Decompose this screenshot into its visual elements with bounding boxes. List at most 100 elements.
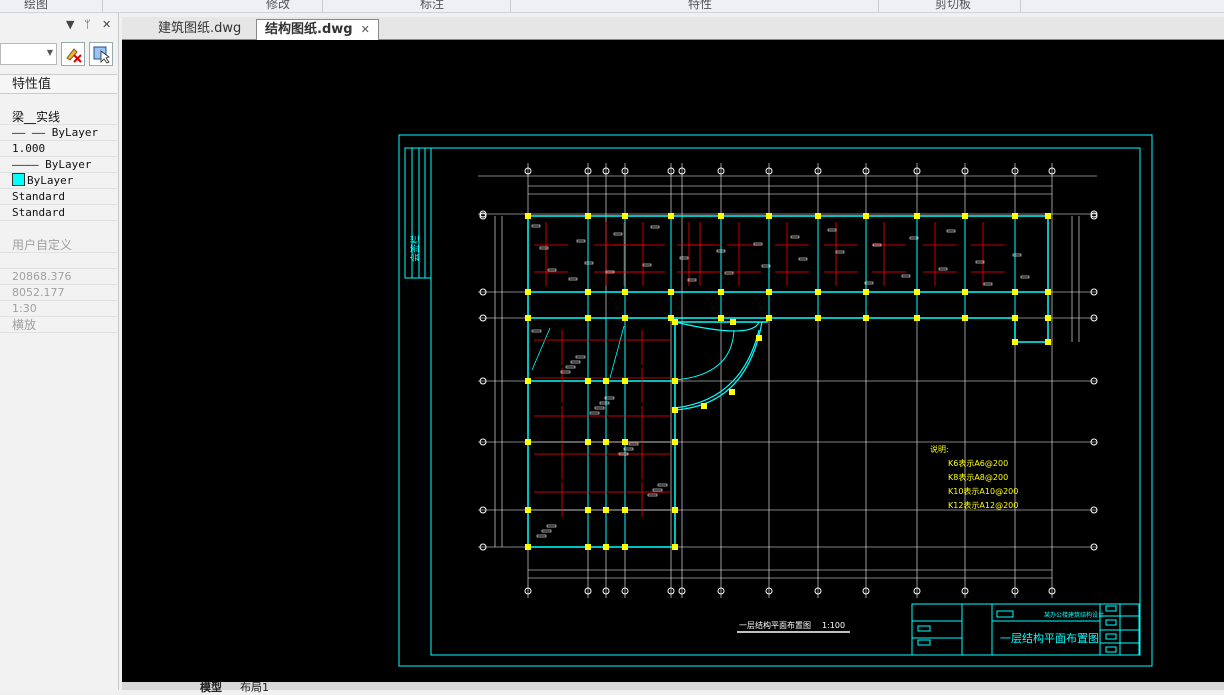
column-marker	[1012, 315, 1018, 321]
ribbon-group-properties[interactable]: 特性	[688, 0, 712, 12]
detail-mark	[546, 524, 557, 528]
panel-header-controls: ▼ ᛘ ✕	[0, 18, 118, 34]
column-marker	[525, 439, 531, 445]
prop-user-defined: 用户自定义	[0, 237, 117, 253]
pin-icon[interactable]: ᛘ	[84, 18, 91, 31]
detail-mark	[827, 228, 837, 232]
property-value-header: 特性值	[0, 74, 117, 94]
tab-model[interactable]: 模型	[200, 679, 222, 695]
properties-panel: ▼ ᛘ ✕ ▼ 特性值 梁__实线 —— —— ByLayer 1.000 ——…	[0, 13, 119, 690]
cad-viewport[interactable]: 会签栏 某办公楼建筑结构设计 一层结构平面布置图 一层结构平面布置图 1:100…	[122, 40, 1224, 690]
toggle-pickadd-button[interactable]	[61, 42, 85, 66]
note-line: K6表示A6@200	[948, 458, 1008, 468]
document-tabs: 建筑图纸.dwg 结构图纸.dwg ✕	[122, 17, 1224, 40]
column-marker	[585, 315, 591, 321]
note-line: K8表示A8@200	[948, 472, 1008, 482]
detail-mark	[798, 257, 808, 261]
detail-mark	[539, 246, 549, 250]
column-marker	[622, 213, 628, 219]
tab-layout1[interactable]: 布局1	[240, 679, 269, 695]
column-marker	[672, 407, 678, 413]
detail-mark	[901, 274, 911, 278]
collapse-icon[interactable]: ▼	[66, 18, 74, 31]
column-marker	[729, 389, 735, 395]
column-marker	[603, 507, 609, 513]
column-marker	[622, 315, 628, 321]
column-marker	[701, 403, 707, 409]
detail-mark	[531, 224, 541, 228]
detail-mark	[642, 263, 652, 267]
tab-structural-drawing[interactable]: 结构图纸.dwg ✕	[256, 19, 379, 40]
column-marker	[863, 289, 869, 295]
column-marker	[962, 289, 968, 295]
detail-mark	[568, 277, 578, 281]
notes-header: 说明:	[930, 444, 949, 454]
column-marker	[525, 544, 531, 550]
column-marker	[585, 213, 591, 219]
layout-tabs: 模型 布局1	[122, 681, 1224, 694]
stair-line	[531, 327, 551, 371]
prop-scale: 1:30	[0, 301, 117, 317]
title-block	[911, 603, 1140, 656]
prop-text-style[interactable]: Standard	[0, 189, 117, 205]
tab-architectural-drawing[interactable]: 建筑图纸.dwg	[150, 19, 249, 39]
detail-mark	[946, 229, 956, 233]
prop-color[interactable]: ByLayer	[0, 173, 117, 189]
prop-linetype[interactable]: —— —— ByLayer	[0, 125, 117, 141]
ribbon-separator	[878, 0, 879, 12]
select-objects-button[interactable]	[89, 42, 113, 66]
column-marker	[622, 544, 628, 550]
column-marker	[585, 289, 591, 295]
column-marker	[672, 507, 678, 513]
prop-layer[interactable]: 梁__实线	[0, 109, 117, 125]
curved-wall	[674, 329, 735, 381]
column-marker	[1045, 315, 1051, 321]
column-marker	[672, 439, 678, 445]
ribbon-separator	[102, 0, 103, 12]
column-marker	[1045, 339, 1051, 345]
column-marker	[668, 213, 674, 219]
detail-mark	[650, 225, 660, 229]
column-marker	[1012, 339, 1018, 345]
column-marker	[718, 289, 724, 295]
outer-border	[398, 134, 1153, 667]
detail-mark	[657, 483, 668, 487]
column-marker	[863, 315, 869, 321]
detail-mark	[547, 268, 557, 272]
column-marker	[525, 289, 531, 295]
detail-mark	[983, 282, 993, 286]
ribbon-group-modify[interactable]: 修改	[266, 0, 290, 12]
detail-mark	[575, 355, 586, 359]
column-marker	[1045, 213, 1051, 219]
column-marker	[622, 378, 628, 384]
column-marker	[585, 378, 591, 384]
drawing-scale: 1:100	[822, 621, 845, 630]
ribbon-group-dimension[interactable]: 标注	[420, 0, 444, 12]
detail-mark	[724, 271, 734, 275]
column-marker	[603, 378, 609, 384]
note-line: K10表示A10@200	[948, 486, 1018, 496]
titleblock-project: 某办公楼建筑结构设计	[1044, 611, 1104, 619]
prop-lineweight[interactable]: ———— ByLayer	[0, 157, 117, 173]
column-marker	[962, 213, 968, 219]
object-type-select[interactable]: ▼	[0, 43, 57, 65]
column-marker	[1012, 289, 1018, 295]
prop-dim-style[interactable]: Standard	[0, 205, 117, 221]
column-marker	[718, 213, 724, 219]
stair-line	[609, 325, 625, 379]
ribbon-separator	[1020, 0, 1021, 12]
ribbon-group-clipboard[interactable]: 剪切板	[935, 0, 971, 12]
column-marker	[603, 544, 609, 550]
detail-mark	[1012, 253, 1022, 257]
close-icon[interactable]: ✕	[361, 23, 370, 36]
column-marker	[603, 439, 609, 445]
close-icon[interactable]: ✕	[102, 18, 111, 31]
ribbon-bar: 绘图 修改 标注 特性 剪切板	[0, 0, 1224, 13]
column-marker	[914, 289, 920, 295]
column-marker	[672, 319, 678, 325]
drawing-canvas[interactable]: 会签栏 某办公楼建筑结构设计 一层结构平面布置图 一层结构平面布置图 1:100…	[122, 40, 1224, 690]
column-marker	[668, 289, 674, 295]
prop-linetype-scale[interactable]: 1.000	[0, 141, 117, 157]
curved-wall	[674, 321, 763, 411]
ribbon-group-draw[interactable]: 绘图	[24, 0, 48, 12]
